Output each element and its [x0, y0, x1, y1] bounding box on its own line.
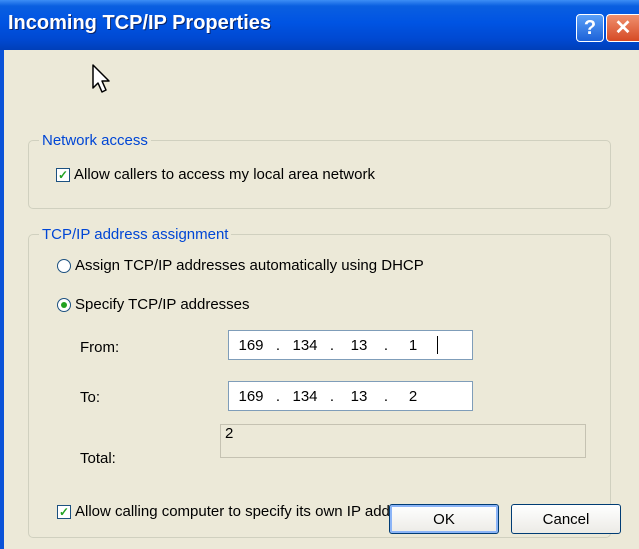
ip-separator: .: [383, 387, 389, 405]
to-ip-field[interactable]: 169 . 134 . 13 . 2: [228, 381, 473, 411]
from-ip-octet-3[interactable]: 13: [337, 337, 381, 354]
dialog-window: Incoming TCP/IP Properties ? ✕ Network a…: [0, 0, 639, 549]
dialog-body: Network access ✓ Allow callers to access…: [0, 50, 639, 549]
specify-row[interactable]: Specify TCP/IP addresses: [57, 296, 250, 313]
title-bar[interactable]: Incoming TCP/IP Properties ? ✕: [0, 0, 639, 50]
network-access-group: Network access ✓ Allow callers to access…: [28, 132, 611, 209]
window-left-border: [0, 50, 4, 549]
window-title: Incoming TCP/IP Properties: [8, 12, 272, 34]
mouse-cursor-icon: [92, 64, 110, 93]
specify-label[interactable]: Specify TCP/IP addresses: [75, 296, 250, 313]
ok-button[interactable]: OK: [389, 504, 499, 534]
ip-separator: .: [329, 336, 335, 354]
ip-separator: .: [275, 336, 281, 354]
to-ip-octet-3[interactable]: 13: [337, 388, 381, 405]
close-icon[interactable]: ✕: [606, 14, 639, 42]
network-access-legend: Network access: [42, 132, 148, 149]
tcpip-assignment-group: TCP/IP address assignment Assign TCP/IP …: [28, 226, 611, 538]
allow-own-ip-checkbox[interactable]: ✓: [57, 504, 71, 519]
from-label: From:: [80, 339, 120, 356]
total-value-field: 2: [220, 424, 586, 458]
total-label: Total:: [80, 450, 116, 467]
allow-lan-row[interactable]: ✓ Allow callers to access my local area …: [56, 166, 375, 183]
to-ip-octet-1[interactable]: 169: [229, 388, 273, 405]
allow-own-ip-row[interactable]: ✓ Allow calling computer to specify its …: [57, 503, 418, 520]
to-ip-octet-2[interactable]: 134: [283, 388, 327, 405]
dhcp-label[interactable]: Assign TCP/IP addresses automatically us…: [75, 257, 424, 274]
allow-lan-checkbox[interactable]: ✓: [56, 167, 70, 182]
cancel-button[interactable]: Cancel: [511, 504, 621, 534]
from-ip-field[interactable]: 169 . 134 . 13 . 1: [228, 330, 473, 360]
to-label: To:: [80, 389, 101, 406]
text-caret: [437, 336, 438, 354]
tcpip-assignment-legend: TCP/IP address assignment: [42, 226, 229, 243]
ip-separator: .: [329, 387, 335, 405]
from-ip-octet-2[interactable]: 134: [283, 337, 327, 354]
allow-lan-label[interactable]: Allow callers to access my local area ne…: [74, 166, 375, 183]
specify-radio[interactable]: [57, 297, 71, 312]
from-ip-octet-4[interactable]: 1: [391, 337, 435, 354]
ip-separator: .: [275, 387, 281, 405]
dhcp-radio[interactable]: [57, 258, 71, 273]
radio-selected-dot: [61, 301, 67, 308]
from-ip-octet-1[interactable]: 169: [229, 337, 273, 354]
allow-own-ip-label[interactable]: Allow calling computer to specify its ow…: [75, 503, 418, 520]
help-icon[interactable]: ?: [576, 14, 604, 42]
to-ip-octet-4[interactable]: 2: [391, 388, 435, 405]
ip-separator: .: [383, 336, 389, 354]
dhcp-row[interactable]: Assign TCP/IP addresses automatically us…: [57, 257, 424, 274]
